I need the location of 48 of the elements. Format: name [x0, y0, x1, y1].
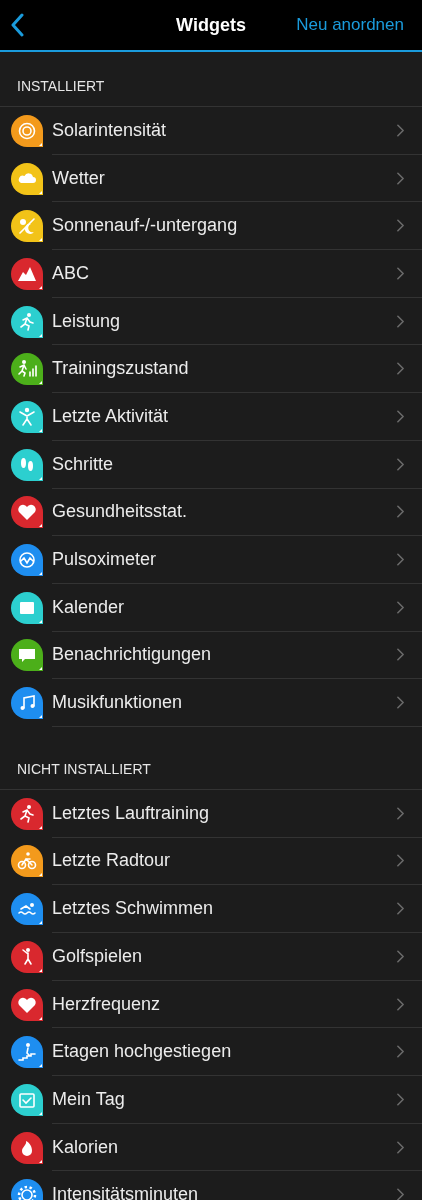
widget-row[interactable]: Letzte Radtour [0, 837, 422, 886]
chevron-icon [397, 648, 404, 662]
widget-row[interactable]: Musikfunktionen [0, 679, 422, 727]
chevron-icon [397, 997, 404, 1011]
chevron-icon [397, 362, 404, 376]
widget-row[interactable]: Kalorien [0, 1123, 422, 1172]
widget-row[interactable]: Benachrichtigungen [0, 631, 422, 680]
widget-row[interactable]: Herzfrequenz [0, 980, 422, 1029]
chevron-icon [397, 902, 404, 916]
chevron-icon [397, 123, 404, 137]
section-header: INSTALLIERT [0, 78, 422, 107]
widget-row[interactable]: Sonnenauf-/-untergang [0, 202, 422, 251]
chevron-icon [397, 505, 404, 519]
screen-title: Widgets [176, 14, 246, 36]
chevron-icon [397, 949, 404, 963]
widget-row[interactable]: Golfspielen [0, 933, 422, 981]
chevron-icon [397, 1092, 404, 1106]
widget-row[interactable]: Mein Tag [0, 1076, 422, 1124]
widget-row[interactable]: Gesundheitsstat. [0, 488, 422, 537]
chevron-icon [397, 314, 404, 328]
widget-row[interactable]: Pulsoximeter [0, 536, 422, 584]
widget-row[interactable]: Letzte Aktivität [0, 393, 422, 441]
widget-row[interactable]: Wetter [0, 154, 422, 203]
widget-row[interactable]: Letztes Lauftraining [0, 789, 422, 838]
chevron-icon [397, 219, 404, 233]
chevron-icon [397, 696, 404, 710]
widget-row[interactable]: Letztes Schwimmen [0, 885, 422, 933]
chevron-icon [397, 1140, 404, 1154]
chevron-icon [397, 600, 404, 614]
chevron-icon [397, 1045, 404, 1059]
widget-row[interactable]: Schritte [0, 440, 422, 489]
chevron-icon [397, 553, 404, 567]
widget-row[interactable]: Kalender [0, 583, 422, 632]
chevron-icon [397, 806, 404, 820]
widget-row[interactable]: Etagen hochgestiegen [0, 1028, 422, 1077]
widget-row[interactable]: Leistung [0, 297, 422, 346]
widget-row[interactable]: Trainingszustand [0, 345, 422, 394]
chevron-icon [397, 266, 404, 280]
chevron-icon [397, 171, 404, 185]
section-header: NICHT INSTALLIERT [0, 760, 422, 790]
widget-row[interactable]: Intensitätsminuten [0, 1171, 422, 1200]
chevron-icon [397, 409, 404, 423]
widget-row[interactable]: ABC [0, 250, 422, 298]
chevron-icon [397, 457, 404, 471]
chevron-icon [397, 1188, 404, 1200]
chevron-icon [397, 854, 404, 868]
widget-row[interactable]: Solarintensität [0, 107, 422, 155]
reorder-button[interactable]: Neu anordnen [296, 15, 404, 35]
